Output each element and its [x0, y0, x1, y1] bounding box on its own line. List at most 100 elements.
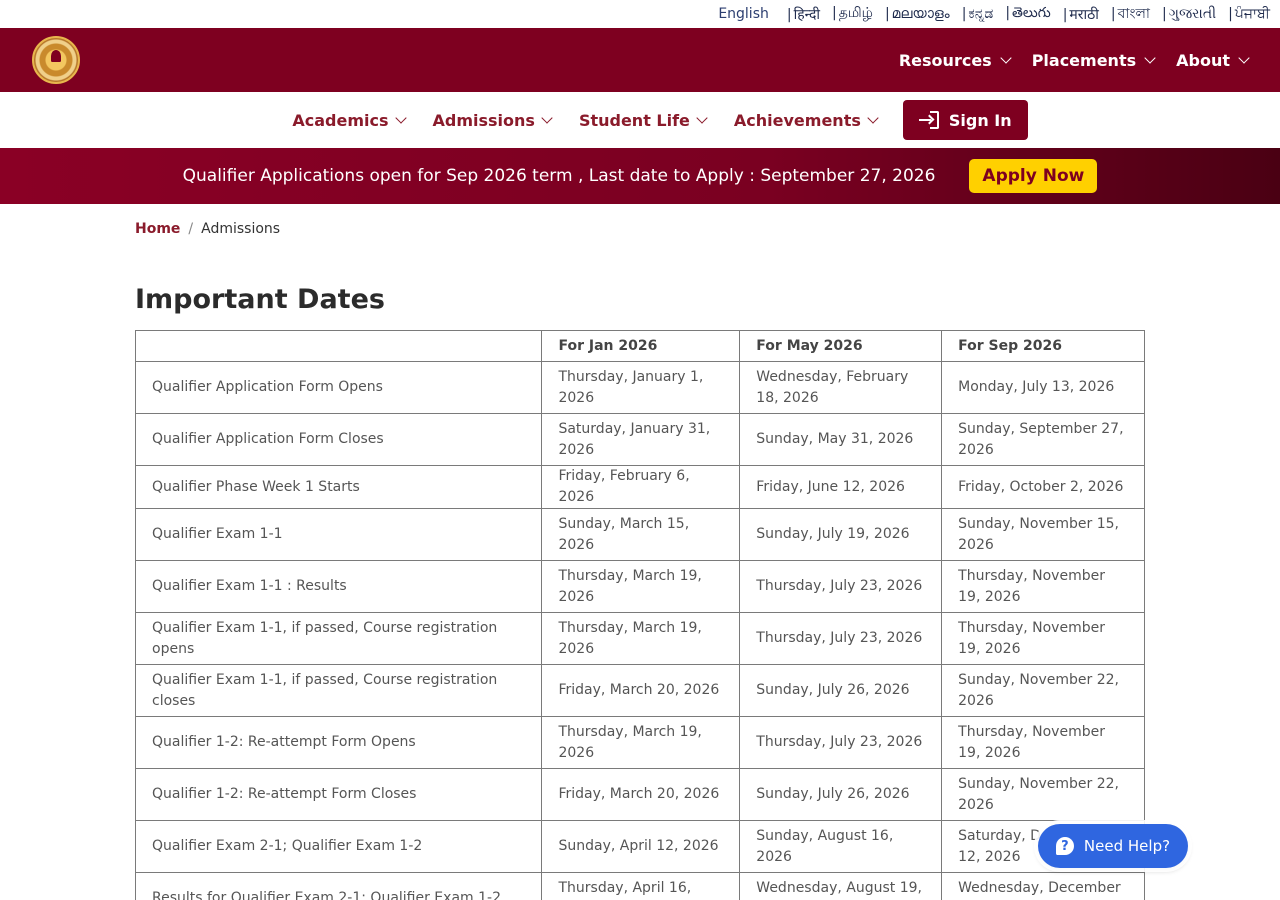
subnav-item-academics[interactable]: Academics	[292, 111, 407, 130]
table-date-cell: Sunday, November 15, 2026	[941, 508, 1145, 561]
table-header-cell: For May 2026	[739, 330, 943, 362]
table-row: Qualifier Exam 1-1 : Results Thursday, Ma…	[134, 560, 1145, 613]
important-dates-table: For Jan 2026 For May 2026 For Sep 2026 Q…	[134, 330, 1145, 900]
table-date-cell: Thursday, November 19, 2026	[941, 560, 1145, 613]
institute-logo-icon[interactable]	[32, 36, 80, 84]
page-title: Important Dates	[135, 284, 385, 315]
table-date-cell: Sunday, July 19, 2026	[739, 508, 943, 561]
breadcrumb-home-link[interactable]: Home	[135, 221, 180, 237]
table-date-cell: Thursday, July 23, 2026	[739, 560, 943, 613]
table-date-cell: Sunday, April 12, 2026	[541, 820, 741, 873]
language-link[interactable]: English	[712, 6, 775, 22]
language-link[interactable]: മലയാളം	[879, 6, 956, 22]
table-date-cell: Sunday, July 26, 2026	[739, 768, 943, 821]
table-date-cell: Friday, October 2, 2026	[941, 465, 1145, 509]
table-date-cell: Thursday, November 19, 2026	[941, 612, 1145, 665]
table-date-cell: Sunday, March 15, 2026	[541, 508, 741, 561]
table-date-cell: Sunday, July 26, 2026	[739, 664, 943, 717]
language-link[interactable]: मराठी	[1057, 5, 1105, 24]
table-date-cell: Thursday, November 19, 2026	[941, 716, 1145, 769]
table-row-label: Qualifier Exam 1-1 : Results	[134, 560, 543, 613]
table-date-cell: Friday, February 6, 2026	[541, 465, 741, 509]
help-chat-icon: ?	[1055, 837, 1074, 855]
table-date-cell: Friday, March 20, 2026	[541, 768, 741, 821]
table-date-cell: Monday, July 13, 2026	[941, 361, 1145, 414]
language-link[interactable]: हिन्दी	[781, 5, 826, 24]
breadcrumb: Home / Admissions	[135, 221, 280, 237]
table-date-cell: Friday, March 20, 2026	[541, 664, 741, 717]
table-row-label: Qualifier Exam 1-1, if passed, Course re…	[134, 612, 543, 665]
language-link[interactable]: বাংলা	[1105, 2, 1156, 26]
chevron-down-icon	[541, 111, 553, 124]
table-date-cell: Thursday, March 19, 2026	[541, 560, 741, 613]
table-row-label: Qualifier 1-2: Re-attempt Form Closes	[134, 768, 543, 821]
table-row: Results for Qualifier Exam 2-1; Qualifie…	[134, 872, 1145, 900]
table-date-cell: Sunday, May 31, 2026	[739, 413, 943, 466]
subnav-item-admissions[interactable]: Admissions	[433, 111, 553, 130]
secondary-navigation: Academics Admissions Student Life Achiev…	[0, 92, 1280, 148]
top-nav-links: Resources Placements About	[899, 51, 1250, 70]
chevron-down-icon	[1238, 51, 1250, 64]
table-row-label: Qualifier Exam 1-1	[134, 508, 543, 561]
table-row-label: Qualifier Application Form Opens	[134, 361, 543, 414]
table-row-label: Results for Qualifier Exam 2-1; Qualifie…	[134, 872, 543, 900]
breadcrumb-current: Admissions	[201, 221, 281, 237]
table-row: Qualifier Application Form Opens Thursday…	[134, 361, 1145, 414]
chevron-down-icon	[696, 111, 708, 124]
subnav-item-achievements[interactable]: Achievements	[734, 111, 879, 130]
table-row-label: Qualifier Application Form Closes	[134, 413, 543, 466]
table-row: Qualifier Application Form Closes Saturda…	[134, 413, 1145, 466]
table-row: Qualifier Phase Week 1 Starts Friday, Feb…	[134, 465, 1145, 509]
chevron-down-icon	[1000, 51, 1012, 64]
table-row-label: Qualifier Phase Week 1 Starts	[134, 465, 543, 509]
language-bar: English हिन्दीதமிழ்മലയാളംಕನ್ನಡతెలుగుमराठी…	[0, 0, 1280, 28]
table-date-cell: Wednesday, February 18, 2026	[739, 361, 943, 414]
topnav-item-resources[interactable]: Resources	[899, 51, 1012, 70]
sign-in-button[interactable]: Sign In	[902, 100, 1028, 140]
table-row-label: Qualifier Exam 1-1, if passed, Course re…	[134, 664, 543, 717]
table-header-cell: For Jan 2026	[541, 330, 741, 362]
language-link[interactable]: தமிழ்	[826, 5, 879, 23]
chevron-down-icon	[867, 111, 879, 124]
need-help-button[interactable]: ? Need Help?	[1038, 824, 1188, 868]
announcement-banner: Qualifier Applications open for Sep 2026…	[0, 148, 1280, 204]
table-date-cell: Sunday, November 22, 2026	[941, 664, 1145, 717]
table-date-cell: Thursday, April 16, 2026	[541, 872, 741, 900]
language-link[interactable]: ಕನ್ನಡ	[956, 6, 1000, 22]
table-date-cell: Thursday, March 19, 2026	[541, 612, 741, 665]
subnav-item-student-life[interactable]: Student Life	[579, 111, 708, 130]
table-date-cell: Wednesday, December 9, 2026	[941, 872, 1145, 900]
table-row-label: Qualifier Exam 2-1; Qualifier Exam 1-2	[134, 820, 543, 873]
table-date-cell: Thursday, July 23, 2026	[739, 612, 943, 665]
topnav-item-about[interactable]: About	[1176, 51, 1250, 70]
table-date-cell: Friday, June 12, 2026	[739, 465, 943, 509]
table-header-cell: For Sep 2026	[941, 330, 1145, 362]
table-row: Qualifier Exam 1-1, if passed, Course re…	[134, 612, 1145, 665]
chevron-down-icon	[1144, 51, 1156, 64]
table-row: Qualifier Exam 2-1; Qualifier Exam 1-2 Su…	[134, 820, 1145, 873]
table-row: Qualifier 1-2: Re-attempt Form Closes Fri…	[134, 768, 1145, 821]
apply-now-button[interactable]: Apply Now	[969, 159, 1098, 193]
table-date-cell: Sunday, August 16, 2026	[739, 820, 943, 873]
table-row: Qualifier Exam 1-1, if passed, Course re…	[134, 664, 1145, 717]
table-date-cell: Wednesday, August 19, 2026	[739, 872, 943, 900]
table-header-cell	[134, 330, 543, 362]
banner-text: Qualifier Applications open for Sep 2026…	[182, 166, 936, 186]
table-date-cell: Thursday, July 23, 2026	[739, 716, 943, 769]
language-link[interactable]: ਪੰਜਾਬੀ	[1222, 6, 1276, 22]
table-date-cell: Thursday, January 1, 2026	[541, 361, 741, 414]
table-row-label: Qualifier 1-2: Re-attempt Form Opens	[134, 716, 543, 769]
table-row: Qualifier Exam 1-1 Sunday, March 15, 2026…	[134, 508, 1145, 561]
top-navigation: Resources Placements About	[0, 28, 1280, 92]
language-link[interactable]: తెలుగు	[999, 5, 1056, 24]
table-date-cell: Thursday, March 19, 2026	[541, 716, 741, 769]
language-link[interactable]: ગુજરાતી	[1156, 6, 1222, 22]
table-date-cell: Sunday, November 22, 2026	[941, 768, 1145, 821]
table-date-cell: Saturday, January 31, 2026	[541, 413, 741, 466]
chevron-down-icon	[394, 111, 407, 124]
sign-in-icon	[918, 110, 939, 130]
topnav-item-placements[interactable]: Placements	[1032, 51, 1156, 70]
breadcrumb-separator: /	[188, 221, 194, 237]
table-header-row: For Jan 2026 For May 2026 For Sep 2026	[134, 330, 1145, 362]
table-date-cell: Sunday, September 27, 2026	[941, 413, 1145, 466]
